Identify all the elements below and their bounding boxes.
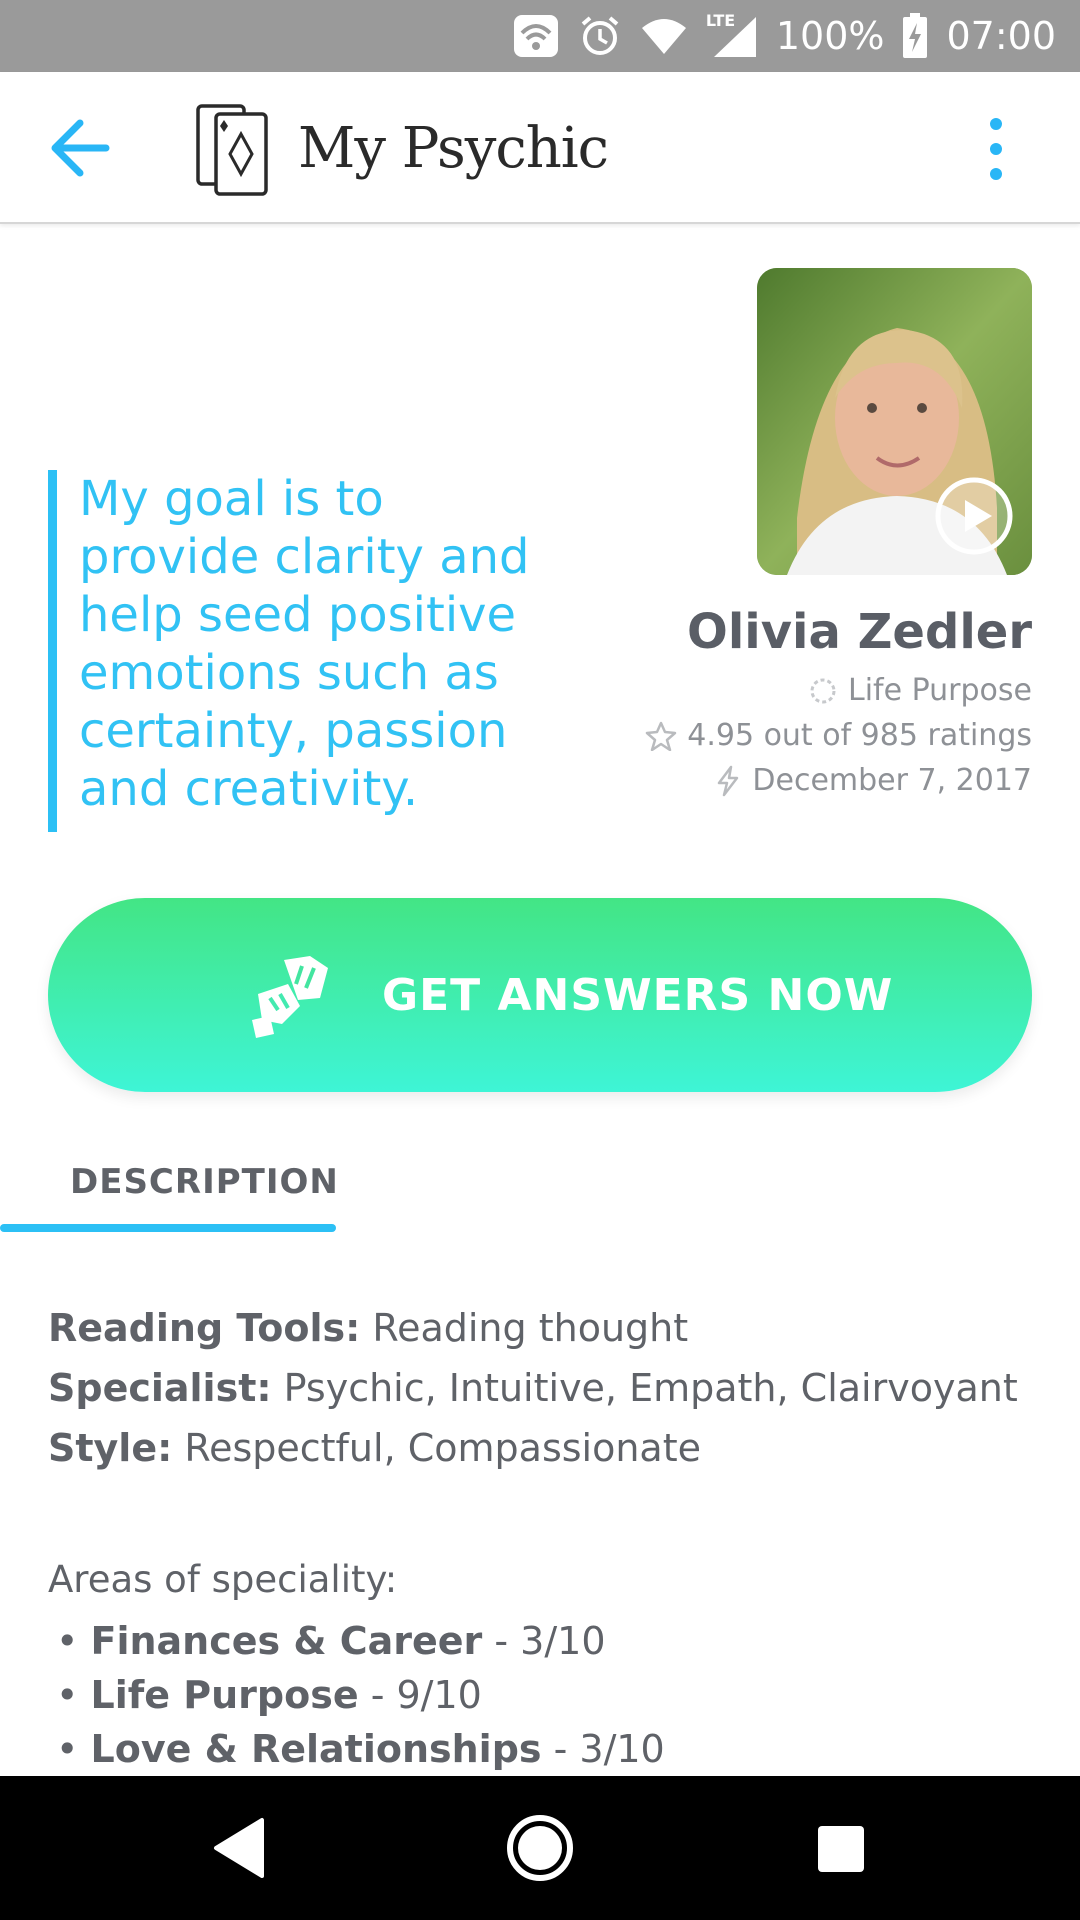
app-title: My Psychic xyxy=(298,116,609,181)
nav-recents-button[interactable] xyxy=(804,1812,876,1884)
area-score: - 3/10 xyxy=(482,1619,606,1663)
more-vert-dot xyxy=(990,168,1002,180)
circle-home-icon xyxy=(507,1815,573,1881)
reading-tools-value: Reading thought xyxy=(360,1306,689,1350)
cards-icon xyxy=(194,98,274,202)
area-name: Love & Relationships xyxy=(90,1727,542,1771)
battery-charging-icon xyxy=(903,13,928,58)
signal-icon: LTE xyxy=(706,11,758,59)
specialist-row: Specialist: Psychic, Intuitive, Empath, … xyxy=(48,1358,1038,1418)
list-item: • Love & Relationships - 3/10 xyxy=(56,1727,665,1771)
areas-list: • Finances & Career - 3/10 • Life Purpos… xyxy=(56,1614,665,1776)
joined-line: December 7, 2017 xyxy=(714,763,1032,798)
specialist-value: Psychic, Intuitive, Empath, Clairvoyant xyxy=(271,1366,1018,1410)
rating-line: 4.95 out of 985 ratings xyxy=(645,718,1032,753)
style-label: Style: xyxy=(48,1426,173,1470)
reading-tools-row: Reading Tools: Reading thought xyxy=(48,1298,1038,1358)
nav-back-button[interactable] xyxy=(204,1812,276,1884)
more-options-button[interactable] xyxy=(976,116,1016,182)
status-bar: LTE 100% 07:00 xyxy=(0,0,1080,72)
area-name: Finances & Career xyxy=(90,1619,483,1663)
area-score: - 3/10 xyxy=(541,1727,665,1771)
status-icons: LTE 100% 07:00 xyxy=(512,0,1056,72)
list-item: • Life Purpose - 9/10 xyxy=(56,1673,482,1717)
area-score: - 9/10 xyxy=(358,1673,482,1717)
get-answers-button[interactable]: GET ANSWERS NOW xyxy=(48,898,1032,1092)
fist-bump-icon xyxy=(248,954,338,1042)
square-recents-icon xyxy=(818,1826,864,1872)
battery-percent: 100% xyxy=(775,14,885,58)
back-button[interactable] xyxy=(44,108,124,188)
areas-heading: Areas of speciality: xyxy=(48,1558,398,1601)
more-vert-icon xyxy=(990,118,1002,130)
reading-tools-label: Reading Tools: xyxy=(48,1306,361,1350)
specialist-label: Specialist: xyxy=(48,1366,272,1410)
wifi-icon xyxy=(641,19,686,54)
description-section: Reading Tools: Reading thought Specialis… xyxy=(48,1298,1038,1478)
psychic-name: Olivia Zedler xyxy=(687,604,1032,660)
star-icon xyxy=(645,721,677,751)
area-name: Life Purpose xyxy=(90,1673,359,1717)
list-item: • Finances & Career - 3/10 xyxy=(56,1619,606,1663)
clock: 07:00 xyxy=(946,14,1056,58)
nav-home-button[interactable] xyxy=(504,1812,576,1884)
tab-description[interactable]: DESCRIPTION xyxy=(0,1156,339,1232)
arrow-left-icon xyxy=(51,119,110,177)
style-value: Respectful, Compassionate xyxy=(172,1426,701,1470)
spinner-icon xyxy=(810,678,836,703)
quote-text: My goal is to provide clarity and help s… xyxy=(79,471,530,817)
tab-indicator xyxy=(0,1224,336,1232)
alarm-icon xyxy=(581,16,619,55)
play-circle-icon xyxy=(935,477,1013,555)
psychic-quote: My goal is to provide clarity and help s… xyxy=(48,470,568,832)
triangle-back-icon xyxy=(214,1818,264,1878)
lightning-icon xyxy=(718,765,739,796)
system-nav-bar xyxy=(0,1776,1080,1920)
category-line: Life Purpose xyxy=(808,673,1032,708)
play-video-button[interactable] xyxy=(934,476,1014,556)
wifi-calling-icon xyxy=(513,15,558,57)
more-vert-dot xyxy=(990,143,1002,155)
category-text: Life Purpose xyxy=(848,673,1032,708)
cta-label: GET ANSWERS NOW xyxy=(382,970,894,1021)
rating-text: 4.95 out of 985 ratings xyxy=(687,718,1032,753)
style-row: Style: Respectful, Compassionate xyxy=(48,1418,1038,1478)
tab-description-label: DESCRIPTION xyxy=(70,1162,339,1202)
app-bar: My Psychic xyxy=(0,72,1080,224)
joined-text: December 7, 2017 xyxy=(752,763,1032,798)
